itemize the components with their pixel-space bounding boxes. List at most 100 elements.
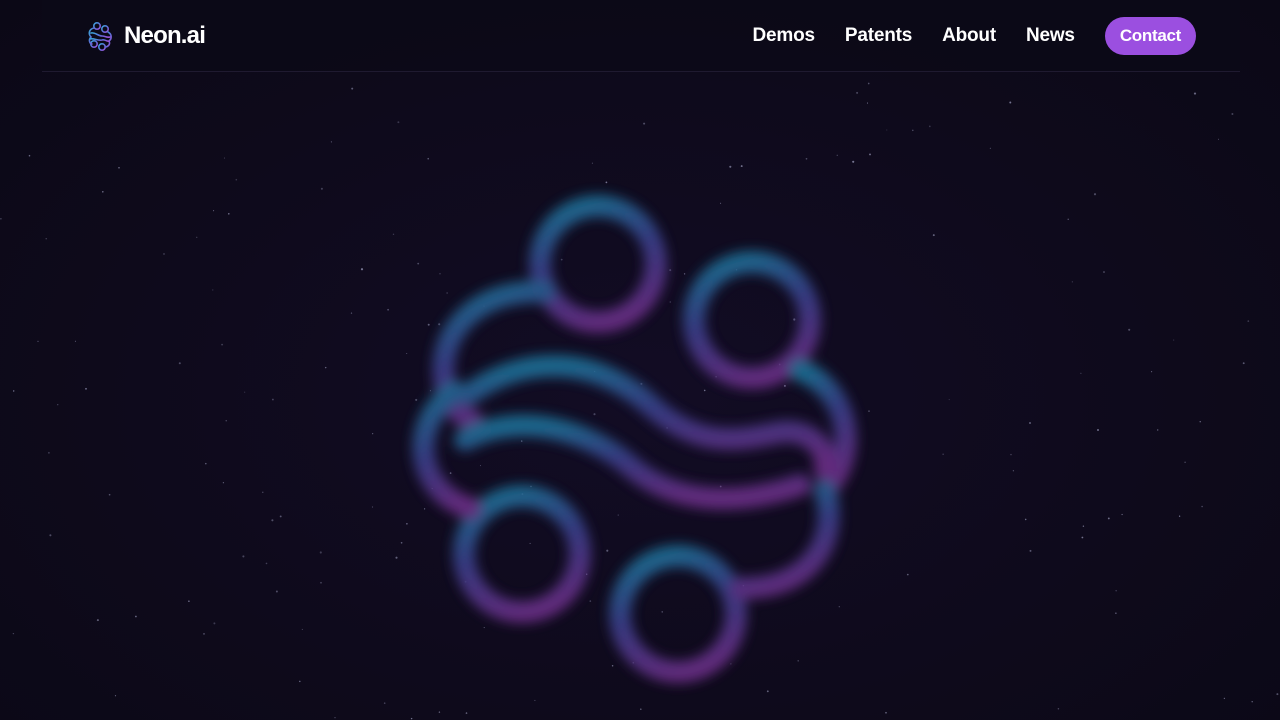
star-dot xyxy=(1247,320,1250,322)
star-dot xyxy=(45,238,47,240)
star-dot xyxy=(729,165,732,168)
star-dot xyxy=(114,695,117,697)
star-dot xyxy=(1024,518,1027,521)
brand-logo-link[interactable]: Neon.ai xyxy=(86,20,206,52)
star-dot xyxy=(1217,138,1220,140)
star-dot xyxy=(320,581,322,584)
brand-name: Neon.ai xyxy=(124,22,206,49)
star-dot xyxy=(1201,505,1203,508)
star-dot xyxy=(1276,693,1279,696)
star-dot xyxy=(28,154,31,157)
star-dot xyxy=(885,711,887,714)
star-dot xyxy=(856,91,859,94)
star-dot xyxy=(1010,453,1012,456)
star-dot xyxy=(222,482,225,484)
star-dot xyxy=(265,562,268,565)
neon-brain-icon xyxy=(88,21,112,51)
star-dot xyxy=(1080,372,1082,374)
star-dot xyxy=(989,147,991,149)
nav-link-about[interactable]: About xyxy=(942,17,996,55)
star-dot xyxy=(1071,281,1073,283)
star-dot xyxy=(1151,371,1153,373)
star-dot xyxy=(163,253,165,255)
star-dot xyxy=(1096,428,1100,432)
star-dot xyxy=(869,153,871,156)
star-dot xyxy=(852,160,855,163)
star-dot xyxy=(213,622,216,625)
star-dot xyxy=(188,600,190,603)
nav-link-demos[interactable]: Demos xyxy=(753,17,816,55)
star-dot xyxy=(242,555,245,558)
star-dot xyxy=(372,433,374,435)
star-dot xyxy=(1082,525,1085,527)
main-nav: Demos Patents About News Contact xyxy=(753,17,1196,55)
star-dot xyxy=(1128,328,1131,331)
star-dot xyxy=(886,129,888,131)
star-dot xyxy=(1012,470,1015,472)
star-dot xyxy=(1081,536,1084,539)
star-dot xyxy=(12,632,15,635)
star-dot xyxy=(912,129,914,132)
star-dot xyxy=(108,493,111,496)
star-dot xyxy=(1178,515,1181,517)
star-dot xyxy=(96,619,99,622)
star-dot xyxy=(1093,193,1097,196)
star-dot xyxy=(85,387,87,390)
star-dot xyxy=(262,491,264,493)
star-dot xyxy=(1107,517,1110,520)
nav-link-news[interactable]: News xyxy=(1026,17,1075,55)
star-dot xyxy=(906,573,909,576)
star-dot xyxy=(928,125,931,128)
star-dot xyxy=(1223,697,1226,700)
star-dot xyxy=(866,102,869,104)
star-dot xyxy=(301,628,303,630)
star-dot xyxy=(1067,218,1069,220)
star-dot xyxy=(213,210,215,212)
star-dot xyxy=(1103,271,1105,273)
star-dot xyxy=(212,289,214,291)
star-dot xyxy=(836,154,838,156)
contact-button[interactable]: Contact xyxy=(1104,17,1196,55)
star-dot xyxy=(1251,700,1253,703)
star-dot xyxy=(320,187,323,190)
star-dot xyxy=(203,633,205,635)
star-dot xyxy=(37,340,39,342)
star-dot xyxy=(438,711,441,713)
star-dot xyxy=(49,534,52,537)
star-dot xyxy=(1193,92,1197,95)
star-dot xyxy=(228,213,230,215)
star-dot xyxy=(235,178,238,181)
star-dot xyxy=(244,391,246,393)
star-dot xyxy=(948,399,950,401)
star-dot xyxy=(205,462,207,465)
star-dot xyxy=(1242,362,1245,365)
star-dot xyxy=(1029,549,1032,552)
star-dot xyxy=(47,451,50,454)
star-dot xyxy=(1157,429,1159,431)
star-dot xyxy=(1121,513,1123,516)
star-dot xyxy=(118,167,120,169)
star-dot xyxy=(1173,339,1175,341)
star-dot xyxy=(867,82,870,85)
star-dot xyxy=(1029,422,1031,424)
star-dot xyxy=(740,165,743,168)
star-dot xyxy=(275,590,278,593)
star-dot xyxy=(12,390,15,392)
star-dot xyxy=(57,404,59,406)
star-dot xyxy=(1009,101,1012,104)
star-dot xyxy=(196,236,198,238)
nav-link-patents[interactable]: Patents xyxy=(845,17,912,55)
star-dot xyxy=(102,191,104,193)
star-dot xyxy=(427,157,429,160)
star-dot xyxy=(0,218,2,220)
star-dot xyxy=(1115,590,1117,592)
star-dot xyxy=(74,340,76,342)
star-dot xyxy=(330,141,332,143)
star-dot xyxy=(271,398,274,401)
star-dot xyxy=(221,343,224,346)
star-dot xyxy=(643,122,646,125)
star-dot xyxy=(279,515,282,518)
star-dot xyxy=(178,362,181,365)
star-dot xyxy=(334,717,336,719)
star-dot xyxy=(223,157,226,159)
